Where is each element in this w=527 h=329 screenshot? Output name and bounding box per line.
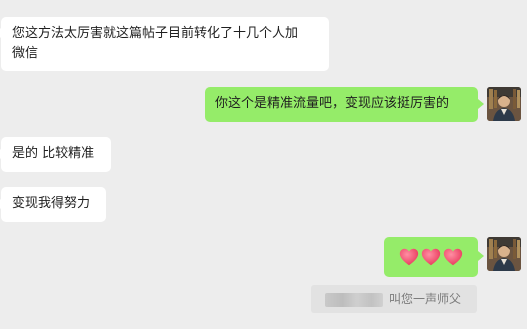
message-text-line: 微信 [12,46,39,61]
avatar-image [487,87,521,121]
heart-icon [399,248,419,266]
avatar-image [487,237,521,271]
message-bubble-outgoing[interactable] [384,237,478,277]
message-bubble-incoming[interactable]: 变现我得努力 [1,187,106,222]
message-bubble-outgoing[interactable]: 你这个是精准流量吧，变现应该挺厉害的 [205,87,478,122]
quoted-text: 叫您一声师父 [389,292,462,306]
message-text-line: 您这方法太厉害就这篇帖子目前转化了十几个人加 [12,26,299,41]
bubble-tail [478,99,484,109]
message-text: 变现我得努力 [12,196,91,211]
message-text: 你这个是精准流量吧，变现应该挺厉害的 [215,96,450,111]
blurred-sender-name [325,292,383,307]
message-bubble-incoming[interactable]: 是的 比较精准 [1,137,111,172]
bubble-tail [478,251,484,261]
heart-icon [443,248,463,266]
quoted-message[interactable]: 叫您一声师父 [311,285,477,313]
message-text: 是的 比较精准 [12,146,95,161]
user-avatar[interactable] [487,237,521,271]
user-avatar[interactable] [487,87,521,121]
heart-icon [421,248,441,266]
message-bubble-incoming[interactable]: 您这方法太厉害就这篇帖子目前转化了十几个人加 微信 [1,17,329,71]
